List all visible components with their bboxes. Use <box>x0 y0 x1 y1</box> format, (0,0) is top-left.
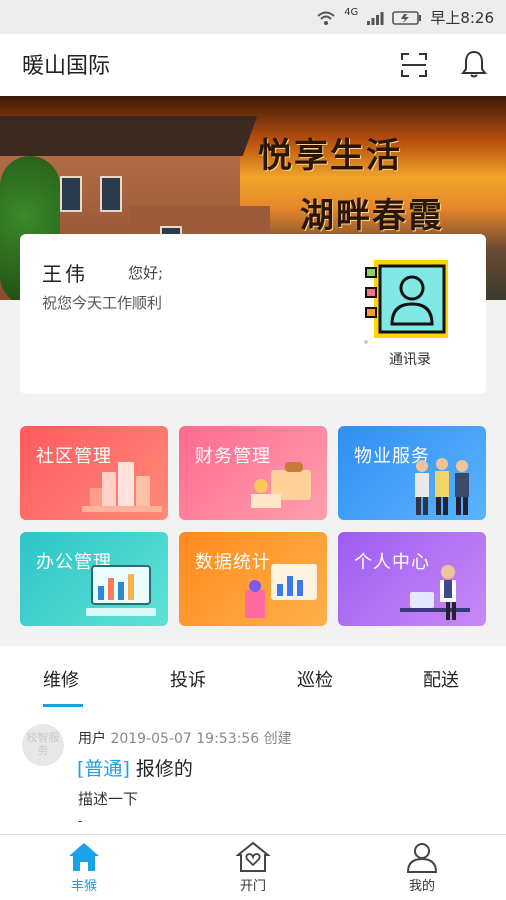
nav-open-door-label: 开门 <box>239 879 266 894</box>
list-item[interactable]: 校智服务 用户 2019-05-07 19:53:56 创建 [普通] 报修的 … <box>0 710 506 834</box>
workers-icon <box>415 458 469 515</box>
record-action: 创建 <box>263 731 292 747</box>
avatar: 校智服务 <box>22 724 64 766</box>
user-icon <box>406 843 438 873</box>
dashboard-screen-icon <box>86 565 156 616</box>
nav-home-label: 丰猴 <box>70 879 97 894</box>
record-type: 报修的 <box>135 758 193 780</box>
signal-icon <box>367 11 384 25</box>
tile-data-statistics[interactable]: 数据统计 <box>179 532 327 626</box>
tile-community-management[interactable]: 社区管理 <box>20 426 168 520</box>
tile-property-services[interactable]: 物业服务 <box>338 426 486 520</box>
wifi-icon <box>317 11 335 25</box>
tab-inspection[interactable]: 巡检 <box>297 666 333 692</box>
finance-icon <box>251 462 311 508</box>
home-icon <box>69 843 99 871</box>
active-tab-indicator <box>43 704 83 707</box>
person-desk-icon <box>400 565 470 620</box>
greeting-text: 您好; <box>128 264 164 282</box>
bottom-navigation: 丰猴 开门 我的 <box>0 834 506 900</box>
battery-icon <box>392 10 422 25</box>
status-time: 早上8:26 <box>430 9 494 27</box>
record-title: [普通] 报修的 <box>77 758 193 780</box>
app-header: 暖山国际 <box>0 34 506 96</box>
status-bar: 4G 早上8:26 <box>0 0 506 34</box>
contacts-label: 通讯录 <box>389 352 431 368</box>
nav-open-door[interactable]: 开门 <box>203 841 303 894</box>
city-buildings-icon <box>82 462 162 512</box>
tab-repair[interactable]: 维修 <box>43 666 79 692</box>
record-tail: - <box>78 814 83 828</box>
tile-office-management[interactable]: 办公管理 <box>20 532 168 626</box>
record-timestamp: 2019-05-07 19:53:56 <box>110 731 260 747</box>
contacts-button[interactable]: 通讯录 <box>360 254 460 374</box>
record-user: 用户 <box>78 731 106 747</box>
door-heart-icon <box>236 841 270 872</box>
scan-icon[interactable] <box>400 51 428 79</box>
address-book-icon <box>364 260 448 344</box>
nav-mine[interactable]: 我的 <box>372 841 472 894</box>
user-card: 王伟 您好; 祝您今天工作顺利 通讯录 <box>20 234 486 394</box>
bell-icon[interactable] <box>460 49 488 79</box>
tab-delivery[interactable]: 配送 <box>423 666 459 692</box>
priority-badge: 普通 <box>84 758 123 780</box>
record-meta: 用户 2019-05-07 19:53:56 创建 <box>78 728 292 748</box>
wish-text: 祝您今天工作顺利 <box>42 294 163 312</box>
tile-personal-center[interactable]: 个人中心 <box>338 532 486 626</box>
record-description: 描述一下 <box>78 790 139 808</box>
banner-slogan-line1: 悦享生活 <box>258 136 402 176</box>
network-type: 4G <box>344 7 359 18</box>
user-name: 王伟 <box>42 262 88 286</box>
page-title: 暖山国际 <box>22 54 111 79</box>
nav-home[interactable]: 丰猴 <box>34 841 134 894</box>
tab-complaint[interactable]: 投诉 <box>170 666 206 692</box>
task-tabs: 维修 投诉 巡检 配送 <box>0 646 506 710</box>
tile-finance-management[interactable]: 财务管理 <box>179 426 327 520</box>
banner-slogan-line2: 湖畔春霞 <box>300 196 444 236</box>
analytics-icon <box>245 564 317 618</box>
nav-mine-label: 我的 <box>408 879 435 894</box>
